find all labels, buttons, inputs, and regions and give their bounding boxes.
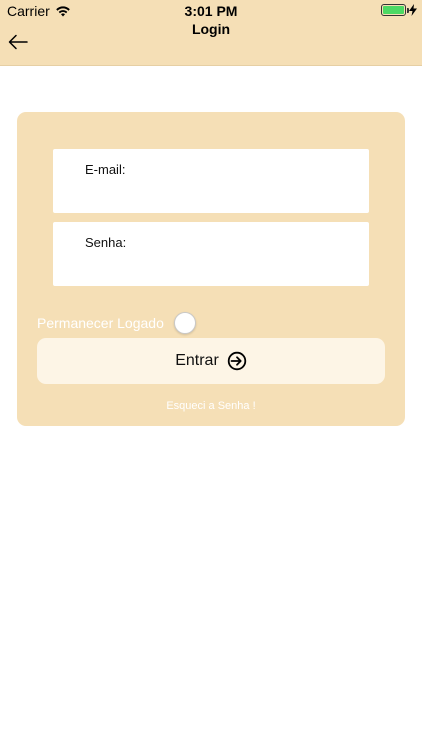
back-button[interactable] [6, 30, 30, 54]
password-field[interactable]: Senha: [53, 222, 369, 286]
email-label: E-mail: [85, 162, 126, 177]
remember-label: Permanecer Logado [37, 315, 164, 331]
bolt-icon [409, 4, 417, 16]
enter-label: Entrar [175, 352, 219, 369]
battery-status [381, 4, 417, 16]
forgot-password-link[interactable]: Esqueci a Senha ! [17, 400, 405, 412]
password-label: Senha: [85, 235, 127, 250]
status-bar: Carrier 3:01 PM [0, 0, 422, 22]
battery-icon [381, 4, 409, 16]
nav-header: Carrier 3:01 PM Login [0, 0, 422, 66]
enter-button[interactable]: Entrar [37, 338, 385, 384]
remember-checkbox[interactable] [173, 312, 196, 334]
page-title: Login [191, 21, 231, 37]
arrow-left-icon [8, 34, 28, 50]
login-card: E-mail: Senha: Permanecer Logado Entrar … [17, 112, 405, 426]
remember-row: Permanecer Logado [37, 312, 196, 334]
sign-in-icon [227, 351, 246, 371]
email-field[interactable]: E-mail: [53, 149, 369, 213]
status-time: 3:01 PM [184, 3, 238, 19]
